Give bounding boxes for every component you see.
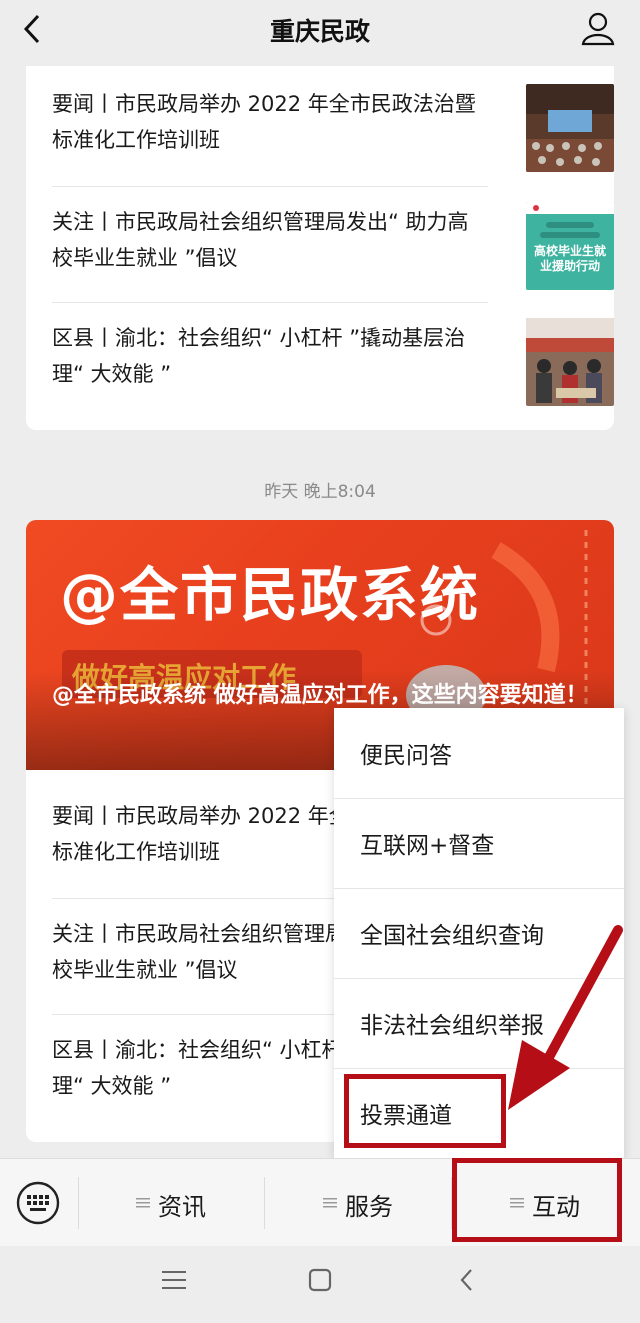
article-thumbnail: 高校毕业生就业援助行动 [526,202,614,290]
system-navigation-bar [0,1246,640,1323]
tab-news[interactable]: 资讯 [80,1159,264,1247]
menu-lines-icon [323,1198,337,1208]
recent-apps-icon[interactable] [162,1268,186,1292]
menu-item-label: 互联网+督查 [360,833,495,859]
article-title: 要闻丨市民政局举办 2022 年全市民政法治暨标准化工作培训班 [52,92,476,152]
user-profile-icon[interactable] [580,10,616,46]
tab-label: 服务 [345,1193,393,1221]
menu-lines-icon [136,1198,150,1208]
banner-big-text: @全市民政系统 [60,561,481,629]
back-icon[interactable] [456,1268,480,1292]
thumbnail-caption: 高校毕业生就业援助行动 [533,244,606,273]
article-row[interactable]: 关注丨市民政局社会组织管理局发出“ 助力高校毕业生就业 ”倡议 高校毕业生就业援… [52,184,614,299]
tab-label: 资讯 [158,1193,206,1221]
red-arrow-icon [508,925,623,1110]
article-title: 区县丨渝北：社会组织“ 小杠杆 ”撬动基层治理“ 大效能 ” [52,326,466,386]
article-title: 关注丨市民政局社会组织管理局发出“ 助力高校毕业生就业 ”倡议 [52,210,469,270]
page-title: 重庆民政 [269,17,370,46]
menu-item-label: 便民问答 [360,743,452,769]
article-thumbnail [526,318,614,406]
header: 重庆民政 [0,0,640,58]
message-timestamp: 昨天 晚上8:04 [264,482,376,502]
menu-item-qa[interactable]: 便民问答 [334,708,624,799]
keyboard-icon[interactable] [16,1181,60,1225]
article-row[interactable]: 区县丨渝北：社会组织“ 小杠杆 ”撬动基层治理“ 大效能 ” [52,300,614,415]
article-card-previous: 要闻丨市民政局举办 2022 年全市民政法治暨标准化工作培训班 关注丨市民政局社… [26,66,614,430]
tab-services[interactable]: 服务 [265,1159,451,1247]
home-icon[interactable] [308,1268,332,1292]
article-row[interactable]: 要闻丨市民政局举办 2022 年全市民政法治暨标准化工作培训班 [52,66,614,181]
divider [78,1177,79,1229]
highlight-box-vote [344,1074,506,1148]
article-thumbnail [526,84,614,172]
highlight-box-interact [452,1158,622,1242]
menu-item-internet-supervision[interactable]: 互联网+督查 [334,798,624,889]
